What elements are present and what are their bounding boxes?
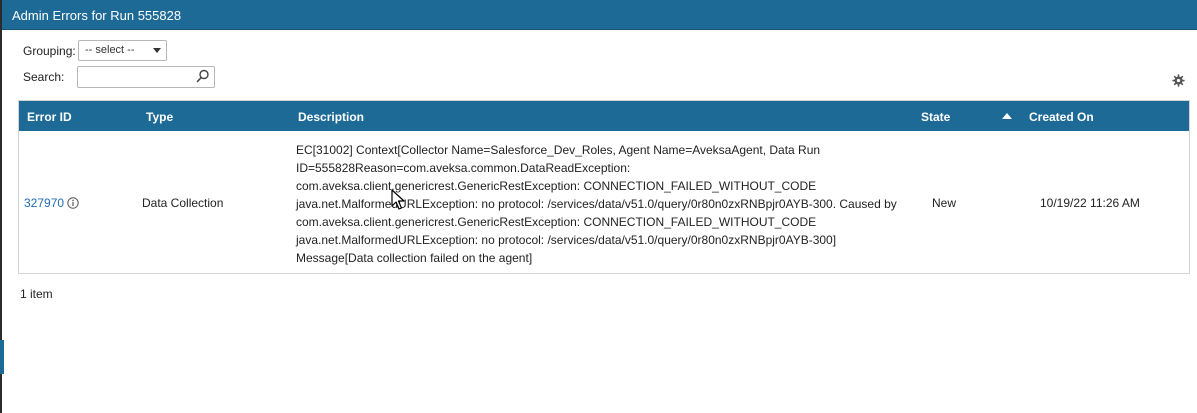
gear-icon[interactable]	[1172, 74, 1185, 87]
description-line: ID=555828Reason=com.aveksa.common.DataRe…	[296, 161, 631, 175]
grouping-selected-value: -- select --	[85, 44, 135, 56]
errors-table: Error ID Type Description State Created …	[18, 100, 1190, 274]
column-header-created-on[interactable]: Created On	[1029, 110, 1094, 124]
mouse-cursor-icon	[391, 189, 405, 210]
created-on-cell: 10/19/22 11:26 AM	[1040, 196, 1140, 210]
description-line: Message[Data collection failed on the ag…	[296, 251, 533, 265]
window-title: Admin Errors for Run 555828	[12, 8, 182, 23]
admin-errors-window: Admin Errors for Run 555828 Grouping: --…	[0, 0, 1197, 413]
left-accent	[0, 340, 4, 374]
item-count: 1 item	[20, 287, 53, 301]
chevron-down-icon	[153, 48, 161, 53]
grouping-select[interactable]: -- select --	[78, 40, 167, 61]
table-header: Error ID Type Description State Created …	[19, 101, 1189, 131]
title-bar: Admin Errors for Run 555828	[2, 0, 1197, 30]
description-line: EC[31002] Context[Collector Name=Salesfo…	[296, 143, 821, 157]
table-row: 327970 Data Collection EC[31002] Context…	[19, 131, 1189, 273]
state-cell: New	[932, 196, 957, 210]
type-cell: Data Collection	[142, 196, 224, 210]
column-header-error-id[interactable]: Error ID	[27, 110, 72, 124]
search-icon[interactable]	[196, 69, 210, 83]
column-header-type[interactable]: Type	[146, 110, 173, 124]
error-id-link[interactable]: 327970	[24, 196, 64, 210]
sort-ascending-icon[interactable]	[1002, 113, 1012, 119]
info-icon[interactable]	[67, 197, 79, 209]
column-header-description[interactable]: Description	[298, 110, 364, 124]
search-input[interactable]	[77, 66, 215, 88]
column-header-state[interactable]: State	[921, 110, 950, 124]
grouping-label: Grouping:	[23, 44, 76, 58]
description-line: com.aveksa.client.genericrest.GenericRes…	[296, 215, 817, 229]
description-line: java.net.MalformedURLException: no proto…	[296, 233, 837, 247]
search-label: Search:	[23, 70, 65, 84]
error-id-cell: 327970	[24, 196, 79, 210]
